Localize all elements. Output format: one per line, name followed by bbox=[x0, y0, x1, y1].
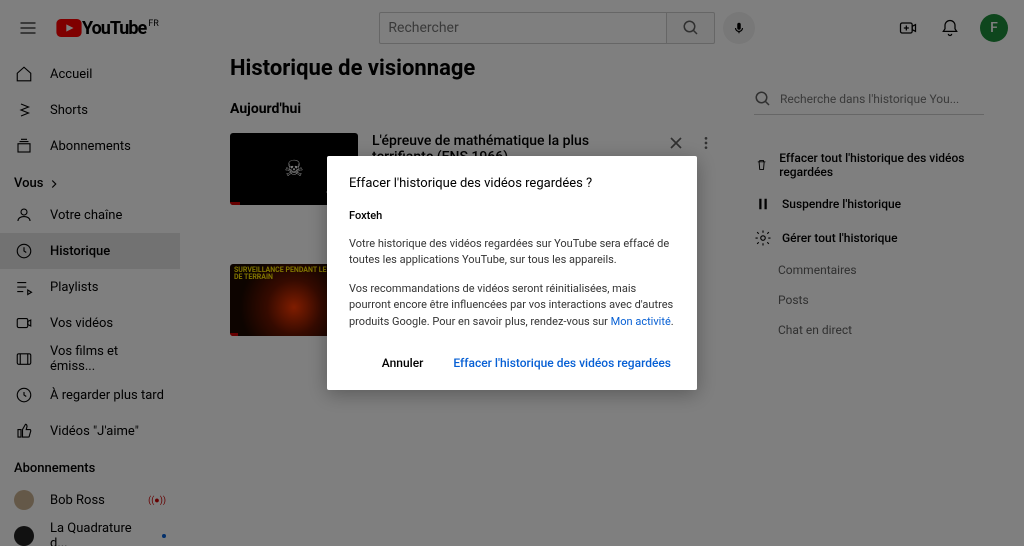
clear-history-dialog: Effacer l'historique des vidéos regardée… bbox=[327, 156, 697, 391]
dialog-text-1: Votre historique des vidéos regardées su… bbox=[349, 236, 675, 269]
cancel-button[interactable]: Annuler bbox=[378, 350, 428, 376]
dialog-username: Foxteh bbox=[349, 209, 675, 222]
dialog-text-2: Vos recommandations de vidéos seront réi… bbox=[349, 281, 675, 331]
confirm-clear-button[interactable]: Effacer l'historique des vidéos regardée… bbox=[449, 350, 675, 376]
dialog-title: Effacer l'historique des vidéos regardée… bbox=[349, 176, 675, 191]
dialog-buttons: Annuler Effacer l'historique des vidéos … bbox=[349, 350, 675, 376]
my-activity-link[interactable]: Mon activité bbox=[611, 315, 671, 328]
modal-overlay[interactable]: Effacer l'historique des vidéos regardée… bbox=[0, 0, 1024, 546]
